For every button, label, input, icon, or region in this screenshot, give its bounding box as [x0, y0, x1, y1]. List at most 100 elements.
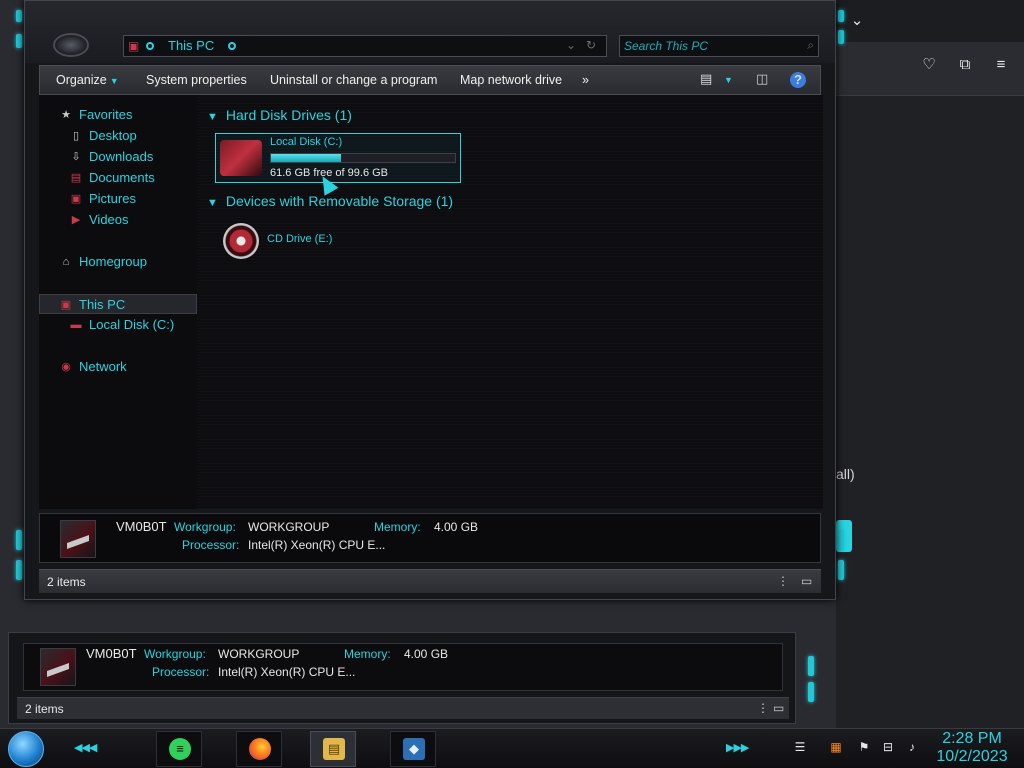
network-status-icon[interactable]: ⊟	[880, 739, 896, 755]
edge-glow	[838, 560, 844, 580]
collapse-chevron-icon[interactable]: ▼	[207, 111, 218, 123]
organize-button[interactable]: Organize ▼	[56, 73, 119, 87]
change-view-icon[interactable]: ▤	[700, 71, 712, 87]
item-count: 2 items	[47, 575, 86, 589]
memory-value: 4.00 GB	[434, 520, 479, 534]
taskbar-virtualbox[interactable]: ◆	[390, 731, 436, 767]
this-pc-icon: ▣	[128, 39, 140, 53]
file-list-pane: ▼ Hard Disk Drives (1) Local Disk (C:) 61…	[197, 95, 823, 509]
drive-tile-local-disk[interactable]: Local Disk (C:) 61.6 GB free of 99.6 GB	[215, 133, 461, 183]
hard-drive-icon	[220, 140, 262, 176]
breadcrumb-this-pc[interactable]: This PC	[168, 38, 214, 53]
nav-item-homegroup[interactable]: ⌂ Homegroup	[39, 252, 197, 272]
network-icon: ◉	[61, 361, 71, 373]
nav-item-this-pc[interactable]: ▣ This PC	[39, 294, 197, 314]
nav-item-videos[interactable]: ▶ Videos	[39, 210, 197, 230]
edge-glow	[808, 656, 814, 676]
nav-label: Local Disk (C:)	[89, 317, 175, 332]
taskbar-decoration: ▶▶▶	[726, 742, 749, 754]
refresh-icon[interactable]: ↻	[586, 38, 596, 52]
start-button[interactable]	[8, 731, 44, 767]
tray-app-icon[interactable]: ▦	[828, 739, 844, 755]
nav-label: Network	[79, 359, 127, 374]
edge-glow	[838, 30, 844, 44]
tiles-view-icon[interactable]: ▭	[773, 701, 784, 715]
notes-app-icon: ≡	[169, 738, 191, 760]
search-box[interactable]: ⌕	[619, 35, 819, 57]
details-view-icon[interactable]: ⋮	[757, 701, 769, 715]
this-pc-icon: ▣	[60, 299, 72, 311]
edge-glow	[838, 530, 844, 550]
taskbar-file-explorer[interactable]: ▤	[310, 731, 356, 767]
details-view-icon[interactable]: ⋮	[777, 574, 789, 588]
breadcrumb-separator-icon[interactable]	[146, 42, 154, 50]
edge-glow	[808, 682, 814, 702]
taskbar: ◀◀◀ ≡ ▤ ◆ ▶▶▶ ☰ ▦ ⚑ ⊟ ♪ 2:28 PM 10/2/202…	[0, 728, 1024, 768]
search-icon[interactable]: ⌕	[807, 38, 814, 53]
system-properties-button[interactable]: System properties	[146, 73, 247, 87]
drive-name: Local Disk (C:)	[270, 136, 343, 148]
nav-item-downloads[interactable]: ⇩ Downloads	[39, 147, 197, 167]
chevron-down-icon: ▼	[109, 76, 119, 86]
edge-glow	[16, 530, 22, 550]
uninstall-program-button[interactable]: Uninstall or change a program	[270, 73, 437, 87]
preview-pane-icon[interactable]: ◫	[756, 71, 768, 87]
taskbar-notes-app[interactable]: ≡	[156, 731, 202, 767]
clock-time[interactable]: 2:28 PM	[934, 730, 1010, 748]
workgroup-label: Workgroup:	[144, 647, 206, 661]
drive-tile-cd[interactable]: CD Drive (E:)	[223, 223, 423, 263]
tiles-view-icon[interactable]: ▭	[801, 574, 812, 588]
action-center-flag-icon[interactable]: ⚑	[856, 739, 872, 755]
nav-label: Homegroup	[79, 254, 147, 269]
address-dropdown-icon[interactable]: ⌄	[566, 38, 576, 52]
breadcrumb-separator-icon[interactable]	[228, 42, 236, 50]
window-emblem-icon	[53, 33, 89, 57]
drive-icon: ▬	[70, 319, 82, 331]
workgroup-value: WORKGROUP	[218, 647, 300, 661]
background-details-pane: VM0B0T Workgroup: WORKGROUP Memory: 4.00…	[23, 643, 783, 691]
taskbar-firefox[interactable]	[236, 731, 282, 767]
documents-icon: ▤	[70, 172, 82, 184]
extensions-icon[interactable]: ⧉	[956, 56, 974, 74]
group-header-removable[interactable]: ▼ Devices with Removable Storage (1)	[207, 193, 453, 209]
taskbar-decoration: ◀◀◀	[74, 742, 97, 754]
desktop: ⌄ ♡ ⧉ ≡ all) VM0B0T Workgroup: WORKGROUP…	[0, 0, 1024, 768]
nav-label: Videos	[89, 212, 129, 227]
downloads-icon: ⇩	[71, 151, 81, 163]
view-options-chevron-icon[interactable]: ▼	[724, 75, 733, 85]
processor-label: Processor:	[182, 538, 240, 552]
more-commands-button[interactable]: »	[582, 73, 589, 87]
nav-label: This PC	[79, 297, 126, 312]
title-bar: ▣ This PC ⌄ ↻ ⌕	[25, 1, 835, 63]
drive-usage-bar	[270, 153, 456, 163]
address-bar[interactable]: ▣ This PC ⌄ ↻	[123, 35, 607, 57]
nav-item-local-disk[interactable]: ▬ Local Disk (C:)	[39, 315, 197, 335]
clock-date[interactable]: 10/2/2023	[934, 748, 1010, 766]
edge-glow	[838, 10, 844, 22]
nav-item-desktop[interactable]: ▯ Desktop	[39, 126, 197, 146]
computer-name: VM0B0T	[116, 519, 167, 534]
videos-icon: ▶	[71, 214, 81, 226]
help-icon[interactable]: ?	[790, 72, 806, 88]
show-hidden-icons-icon[interactable]: ☰	[792, 739, 808, 755]
pocket-icon[interactable]: ♡	[920, 56, 938, 74]
group-header-hard-disks[interactable]: ▼ Hard Disk Drives (1)	[207, 107, 352, 123]
nav-label: Downloads	[89, 149, 154, 164]
processor-value: Intel(R) Xeon(R) CPU E...	[248, 538, 386, 552]
homegroup-icon: ⌂	[62, 256, 70, 268]
nav-item-pictures[interactable]: ▣ Pictures	[39, 189, 197, 209]
collapse-chevron-icon[interactable]: ▼	[207, 197, 218, 209]
nav-item-documents[interactable]: ▤ Documents	[39, 168, 197, 188]
item-count: 2 items	[25, 702, 64, 716]
nav-item-network[interactable]: ◉ Network	[39, 357, 197, 377]
chevron-down-icon[interactable]: ⌄	[848, 12, 866, 30]
volume-icon[interactable]: ♪	[904, 739, 920, 755]
menu-icon[interactable]: ≡	[992, 56, 1010, 74]
nav-item-favorites[interactable]: ★ Favorites	[39, 105, 197, 125]
map-network-drive-button[interactable]: Map network drive	[460, 73, 562, 87]
memory-value: 4.00 GB	[404, 647, 449, 661]
search-input[interactable]	[624, 38, 794, 54]
group-header-label: Hard Disk Drives (1)	[225, 107, 352, 123]
processor-label: Processor:	[152, 665, 210, 679]
file-explorer-icon: ▤	[323, 738, 345, 760]
